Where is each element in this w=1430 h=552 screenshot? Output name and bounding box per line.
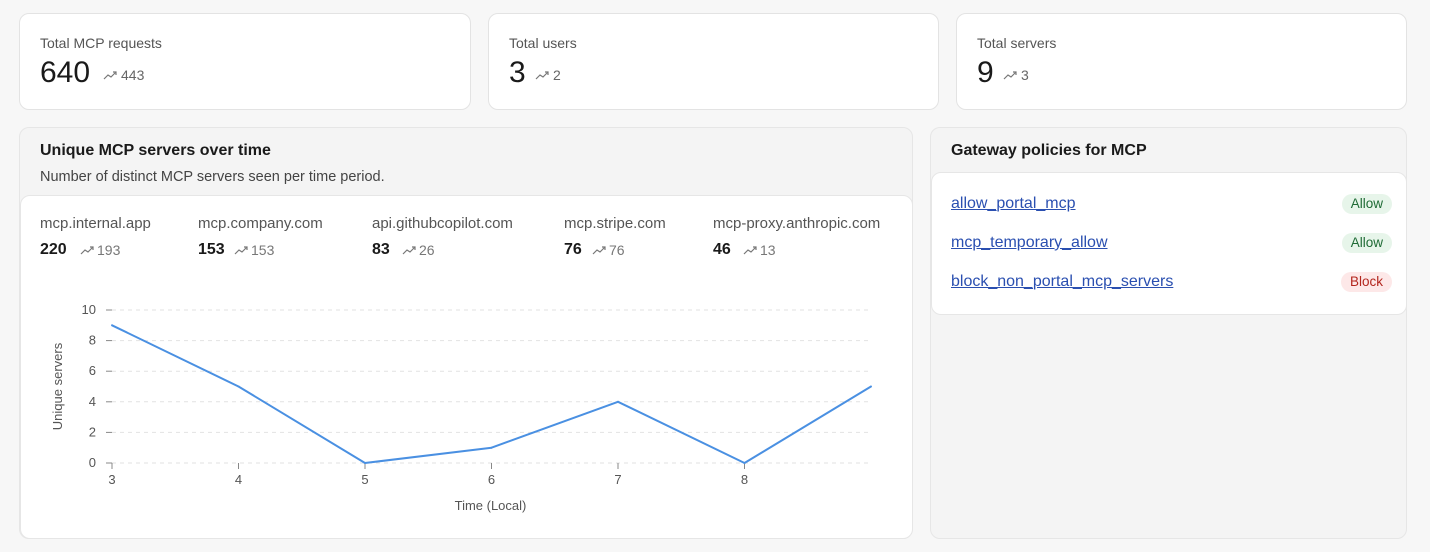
stat-delta-value: 3 (1021, 67, 1029, 83)
stat-card-users: Total users 3 2 (488, 13, 939, 110)
data-point (490, 446, 493, 449)
policy-action-badge: Block (1340, 272, 1392, 292)
stat-value: 9 (977, 56, 994, 89)
policy-link[interactable]: block_non_portal_mcp_servers (951, 273, 1173, 291)
policy-action-badge: Allow (1341, 233, 1392, 253)
stat-value: 3 (509, 56, 526, 89)
stat-delta: 443 (103, 67, 144, 83)
y-tick-label: 10 (82, 302, 96, 317)
stat-delta-value: 2 (553, 67, 561, 83)
panel-title: Unique MCP servers over time (40, 142, 271, 159)
stat-card-requests: Total MCP requests 640 443 (19, 13, 471, 110)
stat-value: 640 (40, 56, 91, 89)
data-point (364, 462, 366, 464)
stat-label: Total users (509, 35, 577, 51)
stat-label: Total MCP requests (40, 35, 162, 51)
stat-delta-value: 443 (121, 67, 145, 83)
chart-card: mcp.internal.app 220 193 mcp.company.com… (20, 195, 913, 539)
x-tick-label: 8 (741, 472, 748, 487)
x-tick-label: 7 (614, 472, 621, 487)
y-axis-label: Unique servers (50, 342, 65, 430)
data-point (743, 462, 746, 464)
panel-subtitle: Number of distinct MCP servers seen per … (40, 169, 385, 185)
stat-delta: 2 (535, 67, 561, 83)
x-tick-label: 5 (361, 472, 368, 487)
y-tick-label: 6 (89, 363, 96, 378)
servers-over-time-panel: Unique MCP servers over time Number of d… (19, 127, 913, 539)
trending-up-icon (103, 71, 117, 80)
x-tick-label: 4 (235, 472, 242, 487)
policy-action-badge: Allow (1341, 194, 1392, 214)
x-tick-label: 6 (488, 472, 495, 487)
y-tick-label: 4 (89, 394, 96, 409)
data-point (870, 385, 872, 388)
data-point (617, 400, 619, 403)
y-tick-label: 2 (89, 424, 96, 439)
line-chart: 0 2 4 6 8 10 3 4 5 6 7 8 Time (Local) Unique servers (50, 302, 872, 513)
trending-up-icon (535, 71, 549, 80)
gateway-policies-panel: Gateway policies for MCP allow_portal_mc… (930, 127, 1407, 539)
y-tick-label: 8 (89, 333, 96, 348)
x-axis-label: Time (Local) (455, 498, 527, 513)
stat-card-servers: Total servers 9 3 (956, 13, 1407, 110)
data-point (111, 324, 113, 327)
stat-delta: 3 (1003, 67, 1029, 83)
policy-link[interactable]: mcp_temporary_allow (951, 234, 1108, 252)
y-tick-label: 0 (89, 455, 96, 470)
trending-up-icon (1003, 71, 1017, 80)
series-line (111, 324, 872, 464)
policy-list: allow_portal_mcp Allow mcp_temporary_all… (931, 172, 1407, 315)
data-point (237, 385, 240, 388)
panel-title: Gateway policies for MCP (951, 142, 1147, 159)
stat-label: Total servers (977, 35, 1057, 51)
x-tick-label: 3 (108, 472, 115, 487)
policy-link[interactable]: allow_portal_mcp (951, 195, 1076, 213)
